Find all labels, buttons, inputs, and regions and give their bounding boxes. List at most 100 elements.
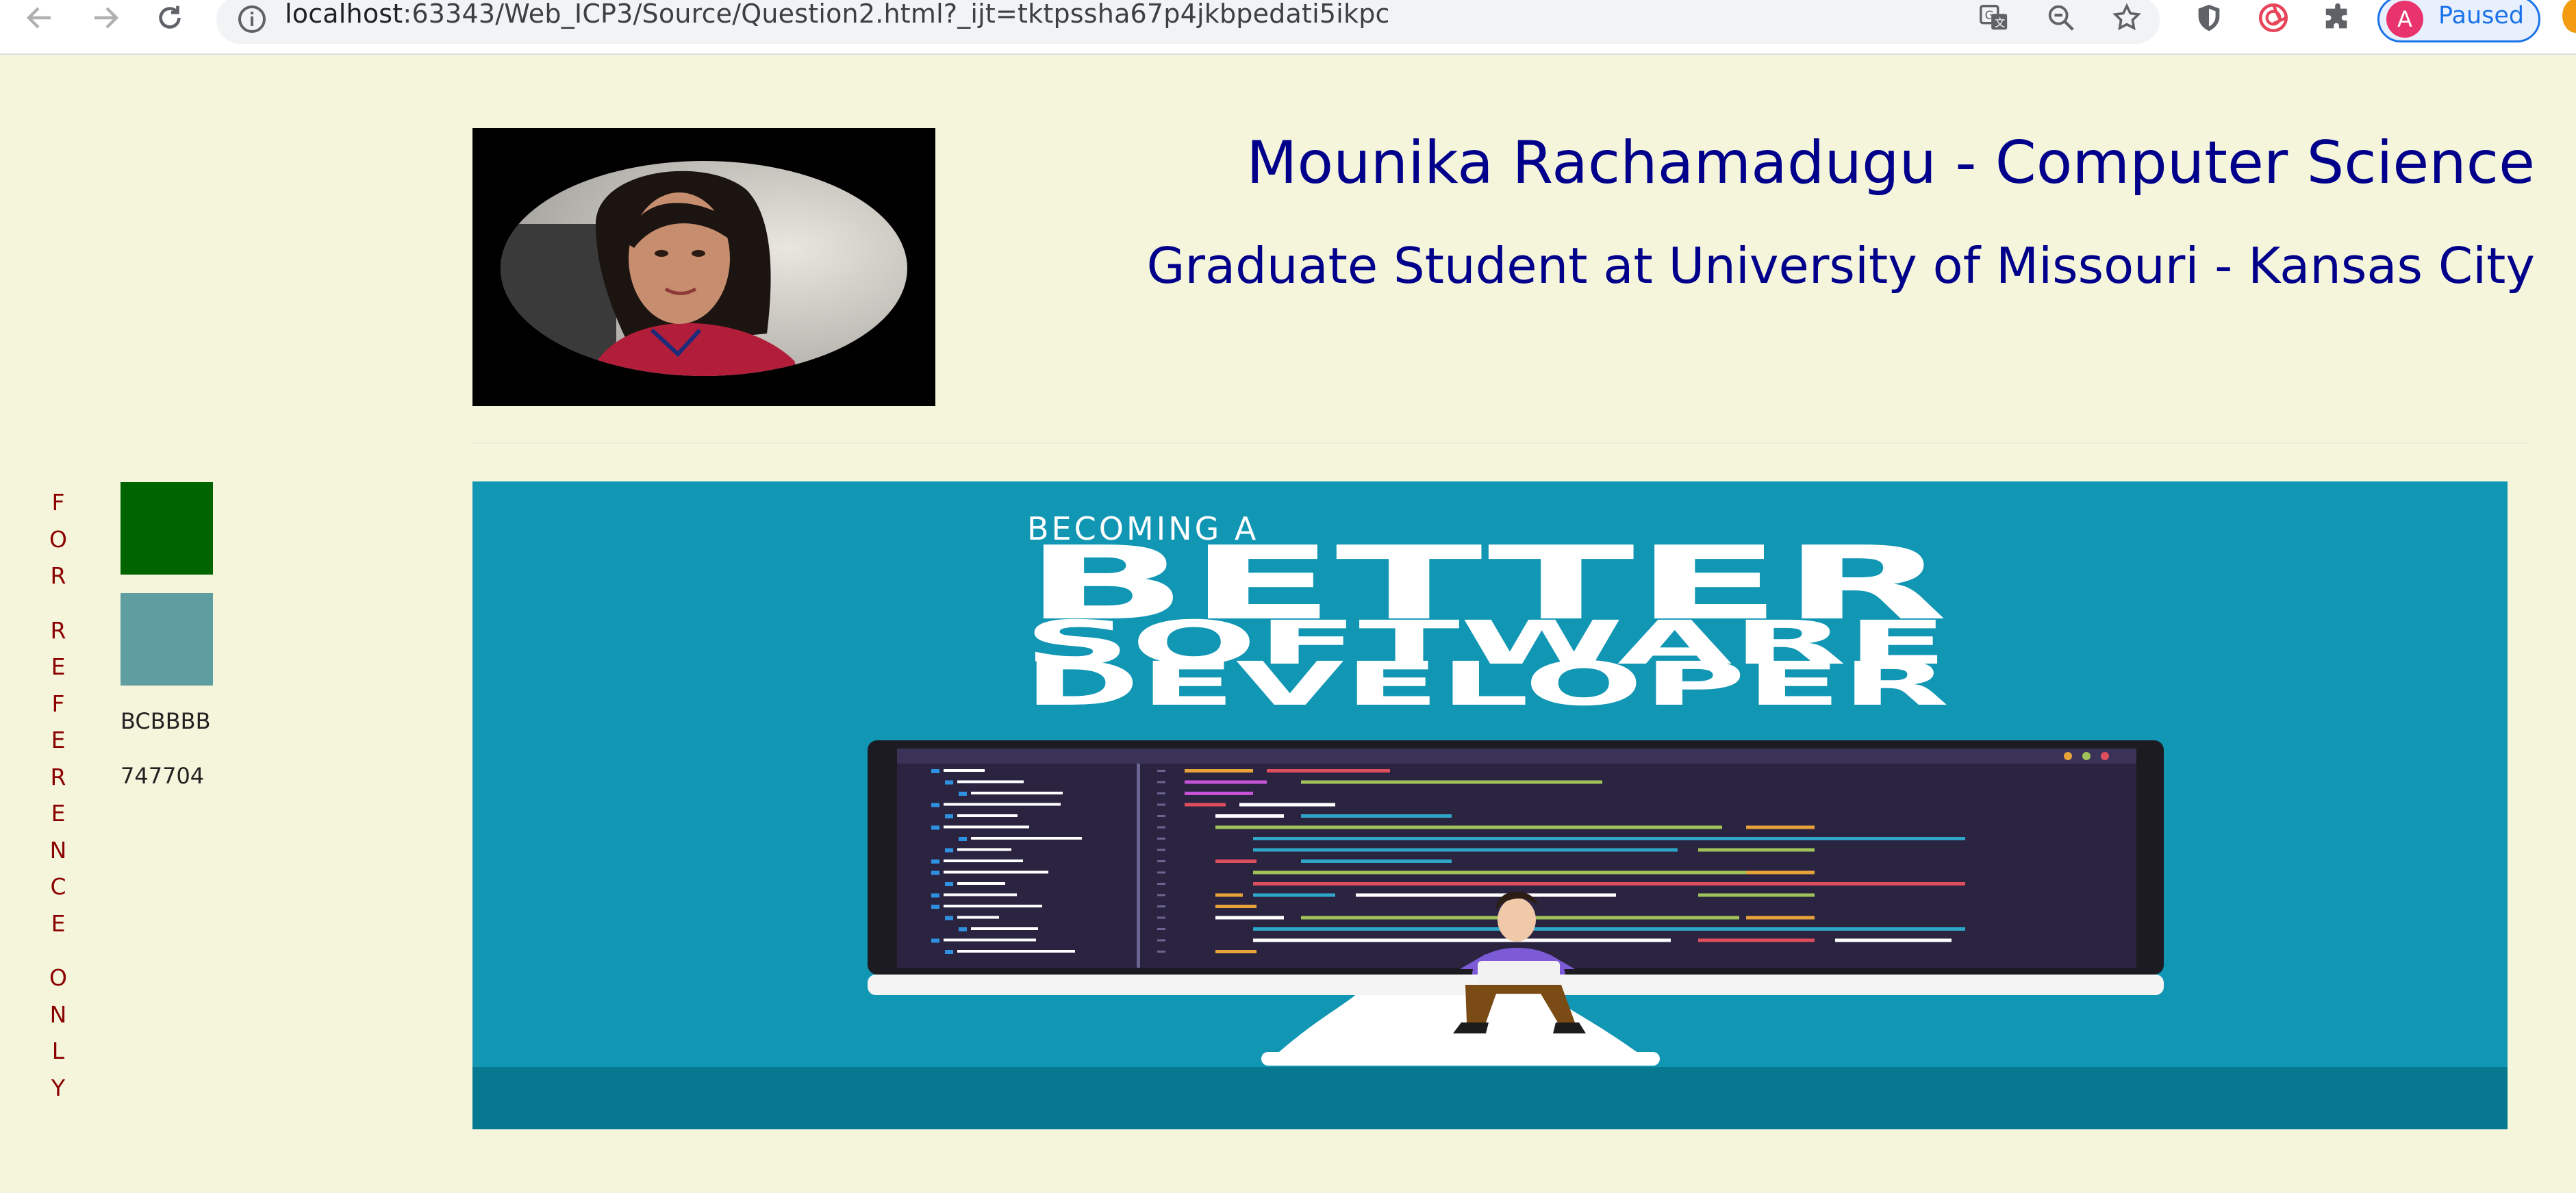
file-tree-icon — [945, 780, 953, 785]
code-line — [1253, 938, 1671, 942]
vertical-letter: E — [51, 727, 66, 753]
extension-shield-button[interactable] — [2188, 0, 2230, 36]
vertical-reference-text: FORREFERENCEONLY — [48, 484, 68, 1106]
line-number — [1157, 883, 1165, 885]
page-subtitle: Graduate Student at University of Missou… — [1146, 237, 2535, 294]
reload-icon — [159, 5, 181, 29]
line-number — [1157, 815, 1165, 817]
vertical-letter: N — [49, 836, 67, 864]
color-code-label: BCBBBB — [121, 708, 211, 734]
code-line — [1698, 848, 1815, 852]
zoom-out-icon — [2048, 5, 2074, 31]
url-host: localhost — [285, 0, 403, 29]
file-tree-icon — [945, 882, 953, 886]
file-tree-icon — [945, 814, 953, 818]
code-line — [1215, 825, 1722, 829]
reload-button[interactable] — [149, 0, 190, 36]
code-line — [1185, 792, 1253, 795]
file-tree-line — [957, 814, 1018, 817]
code-line — [1746, 870, 1815, 875]
code-line — [1253, 837, 1965, 840]
code-line — [1185, 780, 1267, 784]
site-info-icon[interactable] — [236, 3, 268, 36]
file-tree-icon — [945, 950, 953, 954]
vertical-letter: F — [51, 489, 65, 516]
extension-swirl-button[interactable] — [2253, 0, 2294, 36]
color-swatch-teal — [121, 593, 213, 686]
browser-toolbar: localhost:63343/Web_ICP3/Source/Question… — [0, 0, 2576, 55]
extensions-button[interactable] — [2317, 0, 2358, 36]
code-line — [1215, 814, 1284, 818]
code-line — [1746, 825, 1815, 829]
swirl-icon — [2258, 3, 2288, 33]
vertical-letter: C — [50, 873, 66, 900]
code-line — [1835, 938, 1952, 942]
file-tree-icon — [931, 938, 939, 943]
file-tree-icon — [959, 837, 967, 841]
file-tree-line — [944, 905, 1042, 907]
line-number — [1157, 894, 1165, 896]
code-line — [1215, 859, 1257, 863]
address-bar[interactable]: localhost:63343/Web_ICP3/Source/Question… — [216, 0, 2160, 44]
line-number — [1157, 826, 1165, 829]
line-number — [1157, 792, 1165, 794]
code-line — [1239, 803, 1335, 807]
code-line — [1253, 927, 1965, 931]
banner-illustration: BECOMING A BETTER SOFTWARE DEVELOPER — [472, 481, 2508, 1129]
svg-text:文: 文 — [1995, 16, 2005, 29]
url-path: :63343/Web_ICP3/Source/Question2.html?_i… — [403, 0, 1390, 29]
vertical-letter: R — [50, 763, 66, 790]
code-line — [1253, 870, 1760, 875]
banner-floor — [472, 1067, 2508, 1129]
forward-arrow-icon — [94, 7, 119, 29]
code-line — [1253, 893, 1335, 897]
file-tree-line — [944, 859, 1023, 862]
extension-dot-icon[interactable] — [2562, 0, 2576, 33]
puzzle-piece-icon — [2325, 3, 2347, 29]
zoom-button[interactable] — [2041, 0, 2082, 36]
developer-banner-image: BECOMING A BETTER SOFTWARE DEVELOPER — [472, 481, 2508, 1129]
code-line — [1698, 938, 1815, 942]
file-tree-icon — [931, 769, 939, 773]
url-text[interactable]: localhost:63343/Web_ICP3/Source/Question… — [285, 0, 1390, 29]
page-title: Mounika Rachamadugu - Computer Science — [1246, 129, 2535, 197]
code-line — [1746, 916, 1815, 920]
code-line — [1253, 848, 1678, 852]
code-line — [1185, 803, 1226, 807]
line-number — [1157, 916, 1165, 919]
code-line — [1356, 893, 1616, 897]
file-tree-line — [944, 870, 1048, 874]
vertical-letter: E — [51, 909, 66, 937]
line-number — [1157, 928, 1165, 930]
file-tree-line — [944, 769, 985, 772]
color-code-label: 747704 — [121, 763, 205, 789]
line-number — [1157, 770, 1165, 772]
profile-photo — [472, 128, 935, 406]
back-button[interactable] — [19, 0, 60, 36]
line-number — [1157, 905, 1165, 907]
color-swatch-green — [121, 482, 213, 575]
avatar: A — [2386, 1, 2423, 38]
code-line — [1215, 916, 1284, 920]
vertical-letter: E — [51, 653, 66, 680]
file-tree-icon — [931, 803, 939, 807]
vertical-letter: N — [49, 1001, 67, 1028]
vertical-letter: Y — [51, 1074, 66, 1101]
file-tree-icon — [931, 870, 939, 875]
profile-button[interactable]: A Paused — [2377, 0, 2540, 42]
bookmark-button[interactable] — [2106, 0, 2147, 36]
code-line — [1215, 905, 1257, 908]
forward-button[interactable] — [85, 0, 126, 36]
vertical-letter: R — [50, 562, 66, 589]
translate-icon: G 文 — [1980, 5, 2008, 30]
star-icon — [2112, 3, 2141, 31]
file-tree-icon — [931, 825, 939, 830]
vertical-letter: E — [51, 800, 66, 827]
file-tree-icon — [959, 927, 967, 931]
code-line — [1301, 814, 1452, 818]
file-tree-line — [971, 837, 1082, 840]
translate-button[interactable]: G 文 — [1973, 0, 2015, 36]
line-number — [1157, 860, 1165, 862]
line-number — [1157, 951, 1165, 953]
file-tree-line — [944, 825, 1029, 829]
